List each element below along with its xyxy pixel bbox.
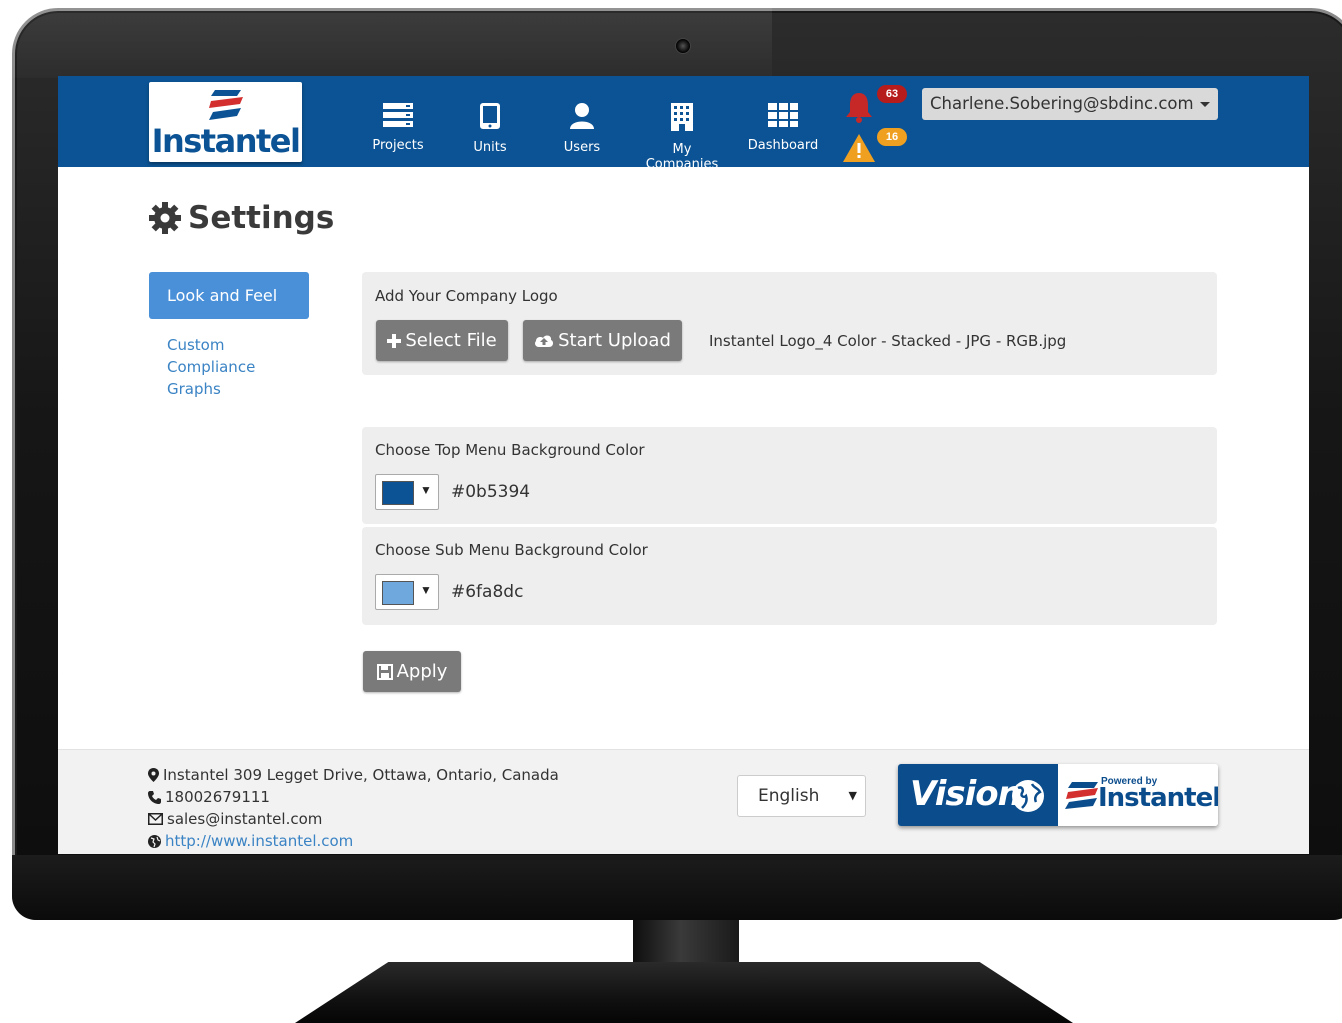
- globe-icon: [148, 834, 161, 848]
- footer-email: sales@instantel.com: [148, 810, 322, 828]
- top-menu-color-value: #0b5394: [451, 482, 531, 502]
- footer-website-link[interactable]: http://www.instantel.com: [165, 832, 353, 850]
- nav-units[interactable]: Units: [444, 102, 536, 155]
- gear-icon: [149, 202, 181, 234]
- caret-down-icon: [1200, 102, 1210, 107]
- webcam: [675, 38, 691, 54]
- tablet-icon: [480, 103, 500, 129]
- footer-email-text[interactable]: sales@instantel.com: [167, 810, 322, 828]
- selected-file-name: Instantel Logo_4 Color - Stacked - JPG -…: [709, 332, 1067, 350]
- page-title-text: Settings: [188, 200, 335, 236]
- page-footer: Instantel 309 Legget Drive, Ottawa, Onta…: [58, 749, 1309, 854]
- monitor-chin: [12, 855, 1342, 920]
- sub-menu-color-value: #6fa8dc: [451, 582, 524, 602]
- sidebar-item-custom-compliance-graphs[interactable]: Custom Compliance Graphs: [167, 334, 287, 400]
- vision-powered-by-instantel-logo: Vision Powered by Instantel: [898, 764, 1218, 826]
- monitor-base: [295, 962, 1073, 1023]
- monitor-neck: [633, 920, 739, 962]
- sidebar-link-line: Graphs: [167, 380, 221, 398]
- start-upload-label: Start Upload: [558, 330, 671, 351]
- grid-icon: [768, 103, 798, 127]
- instantel-logo[interactable]: Instantel: [149, 82, 302, 162]
- warning-count-badge: 16: [877, 128, 907, 146]
- logo-wordmark: Instantel: [151, 122, 301, 160]
- footer-phone: 18002679111: [148, 788, 270, 806]
- logo-mark-icon: [209, 90, 243, 120]
- phone-icon: [148, 790, 161, 804]
- plus-icon: [387, 334, 402, 348]
- top-menu-color-panel: Choose Top Menu Background Color ▼ #0b53…: [362, 427, 1217, 524]
- user-account-dropdown[interactable]: Charlene.Sobering@sbdinc.com: [922, 88, 1218, 120]
- sub-menu-color-swatch: [382, 581, 414, 605]
- nav-units-label: Units: [473, 140, 507, 155]
- top-navbar: Instantel Projects Units Users My Compan…: [58, 76, 1309, 172]
- nav-users[interactable]: Users: [536, 102, 628, 155]
- triangle-down-icon: ▼: [420, 583, 432, 597]
- vision-wordmark: Vision: [910, 774, 1022, 814]
- nav-my-companies[interactable]: My Companies: [636, 102, 728, 172]
- top-menu-color-swatch: [382, 481, 414, 505]
- select-file-button[interactable]: Select File: [376, 320, 508, 361]
- language-select[interactable]: English ▼: [737, 775, 866, 817]
- save-icon: [376, 664, 393, 680]
- apply-label: Apply: [396, 661, 448, 682]
- nav-projects-label: Projects: [372, 138, 424, 153]
- sub-menu-color-picker[interactable]: ▼: [375, 574, 439, 610]
- powered-by-instantel-panel: Powered by Instantel: [1058, 764, 1218, 826]
- globe-icon: [1012, 780, 1044, 812]
- apply-button[interactable]: Apply: [363, 651, 461, 692]
- page-title: Settings: [148, 198, 334, 238]
- sidebar-item-look-and-feel[interactable]: Look and Feel: [149, 272, 309, 319]
- nav-my-companies-label: My Companies: [645, 142, 719, 172]
- footer-address: Instantel 309 Legget Drive, Ottawa, Onta…: [148, 766, 559, 784]
- company-logo-panel: Add Your Company Logo Select File Start …: [362, 272, 1217, 375]
- envelope-icon: [148, 813, 163, 825]
- top-menu-color-label: Choose Top Menu Background Color: [375, 441, 645, 459]
- triangle-down-icon: ▼: [420, 483, 432, 497]
- company-logo-label: Add Your Company Logo: [375, 287, 558, 305]
- start-upload-button[interactable]: Start Upload: [523, 320, 682, 361]
- app-screen: Instantel Projects Units Users My Compan…: [58, 76, 1309, 854]
- select-file-label: Select File: [405, 330, 497, 351]
- nav-projects[interactable]: Projects: [352, 102, 444, 153]
- alarm-count-badge: 63: [877, 85, 907, 103]
- nav-dashboard-label: Dashboard: [747, 138, 819, 153]
- logo-mark-icon: [1065, 782, 1098, 809]
- sub-menu-color-panel: Choose Sub Menu Background Color ▼ #6fa8…: [362, 527, 1217, 625]
- building-icon: [671, 103, 693, 131]
- footer-website: http://www.instantel.com: [148, 832, 353, 850]
- map-marker-icon: [148, 768, 159, 782]
- triangle-down-icon: ▼: [848, 789, 857, 802]
- user-icon: [570, 103, 594, 129]
- user-email: Charlene.Sobering@sbdinc.com: [930, 94, 1194, 113]
- sidebar-link-line: Compliance: [167, 358, 256, 376]
- top-menu-color-picker[interactable]: ▼: [375, 474, 439, 510]
- instantel-wordmark: Instantel: [1098, 783, 1218, 813]
- warning-icon[interactable]: [842, 132, 876, 164]
- footer-phone-text: 18002679111: [165, 788, 270, 806]
- bell-icon[interactable]: [842, 90, 876, 124]
- bezel-gloss: [12, 8, 772, 78]
- cloud-upload-icon: [535, 335, 554, 347]
- footer-address-text: Instantel 309 Legget Drive, Ottawa, Onta…: [163, 766, 559, 784]
- sidebar-link-line: Custom: [167, 336, 225, 354]
- vision-logo-panel: Vision: [898, 764, 1058, 826]
- sub-menu-color-label: Choose Sub Menu Background Color: [375, 541, 648, 559]
- server-icon: [383, 103, 413, 127]
- nav-dashboard[interactable]: Dashboard: [737, 102, 829, 153]
- language-select-value: English: [758, 786, 820, 806]
- nav-users-label: Users: [563, 140, 601, 155]
